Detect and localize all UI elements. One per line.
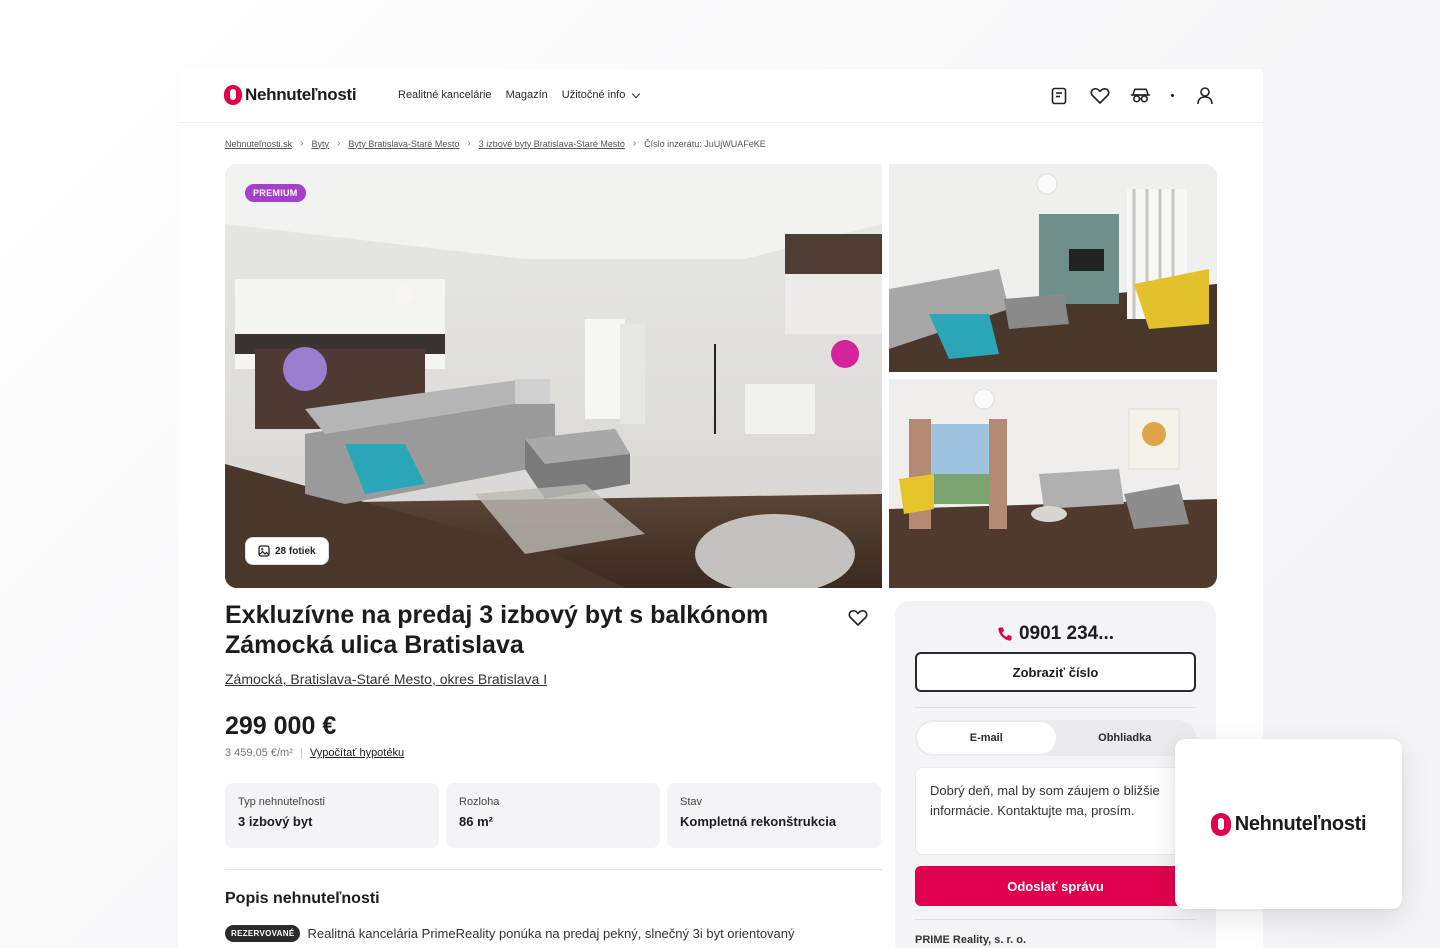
listing-address[interactable]: Zámocká, Bratislava-Staré Mesto, okres B… [225, 671, 547, 687]
favorite-heart-icon[interactable] [848, 609, 868, 629]
param-value: Kompletná rekonštrukcia [680, 814, 837, 829]
reserved-badge: REZERVOVANÉ [225, 925, 301, 942]
breadcrumb: Nehnuteľnosti.sk › Byty › Byty Bratislav… [225, 138, 766, 149]
divider [300, 747, 302, 759]
photo-gallery: PREMIUM 28 fotiek [225, 164, 1217, 588]
chevron-right-icon: › [300, 138, 304, 149]
mortgage-calculator-link[interactable]: Vypočítať hypotéku [310, 747, 404, 759]
nav-item-realitne-kancelarie[interactable]: Realitné kancelárie [398, 89, 492, 101]
breadcrumb-link[interactable]: Byty [312, 139, 330, 149]
premium-badge: PREMIUM [245, 184, 306, 202]
tab-email[interactable]: E-mail [917, 722, 1056, 754]
agency-name[interactable]: PRIME Reality, s. r. o. [915, 934, 1026, 946]
param-label: Rozloha [459, 796, 500, 808]
message-textarea[interactable]: Dobrý deň, mal by som záujem o bližšie i… [915, 767, 1196, 855]
main-nav: Realitné kancelárie Magazín Užitočné inf… [398, 89, 641, 101]
image-icon [258, 545, 270, 557]
description-text: Realitná kancelária PrimeReality ponúka … [307, 926, 795, 941]
chevron-right-icon: › [337, 138, 341, 149]
listing-page: Nehnuteľnosti Realitné kancelárie Magazí… [178, 69, 1263, 948]
logo-mark-icon [1210, 812, 1231, 836]
nav-item-uzitocne-info[interactable]: Užitočné info [561, 89, 641, 101]
param-card-condition: Stav Kompletná rekonštrukcia [667, 783, 881, 848]
phone-number: 0901 234... [895, 623, 1216, 645]
floating-logo-card: Nehnuteľnosti [1175, 739, 1402, 909]
divider [225, 869, 882, 870]
param-value: 3 izbový byt [238, 814, 313, 829]
description-title: Popis nehnuteľnosti [225, 890, 380, 907]
chevron-down-icon [632, 89, 641, 98]
site-logo[interactable]: Nehnuteľnosti [224, 85, 357, 105]
header-actions [1048, 85, 1215, 106]
contact-tabs: E-mail Obhliadka [915, 720, 1196, 756]
description-text-line: REZERVOVANÉ Realitná kancelária PrimeRea… [225, 925, 795, 942]
all-photos-label: 28 fotiek [275, 545, 316, 557]
listing-title: Exkluzívne na predaj 3 izbový byt s balk… [225, 601, 769, 659]
param-label: Typ nehnuteľnosti [238, 796, 325, 808]
chevron-right-icon: › [632, 138, 637, 149]
param-card-type: Typ nehnuteľnosti 3 izbový byt [225, 783, 439, 848]
nav-item-label: Užitočné info [561, 89, 626, 101]
main-photo[interactable]: PREMIUM 28 fotiek [225, 164, 882, 588]
param-value: 86 m² [459, 814, 493, 829]
phone-icon [998, 627, 1012, 641]
incognito-icon[interactable] [1130, 85, 1151, 106]
breadcrumb-link[interactable]: Nehnuteľnosti.sk [225, 139, 292, 149]
all-photos-button[interactable]: 28 fotiek [245, 537, 329, 565]
listing-price: 299 000 € [225, 712, 337, 740]
param-label: Stav [680, 796, 703, 808]
price-per-m2: 3 459,05 €/m² [225, 747, 293, 759]
gallery-photo[interactable] [889, 164, 1217, 372]
nav-item-magazin[interactable]: Magazín [506, 89, 548, 101]
site-header: Nehnuteľnosti Realitné kancelárie Magazí… [178, 69, 1263, 123]
divider [915, 707, 1196, 708]
param-cards: Typ nehnuteľnosti 3 izbový byt Rozloha 8… [225, 783, 881, 848]
user-icon[interactable] [1194, 85, 1215, 106]
logo-text: Nehnuteľnosti [245, 85, 357, 104]
separator-dot [1171, 94, 1174, 97]
send-message-button[interactable]: Odoslať správu [915, 866, 1196, 906]
divider [915, 919, 1196, 920]
brand-logo: Nehnuteľnosti [1210, 812, 1367, 836]
param-card-area: Rozloha 86 m² [446, 783, 660, 848]
gallery-photo[interactable] [889, 379, 1217, 588]
breadcrumb-link[interactable]: Byty Bratislava-Staré Mesto [348, 139, 459, 149]
logo-text: Nehnuteľnosti [1234, 812, 1367, 835]
logo-mark-icon [224, 85, 242, 105]
chevron-right-icon: › [467, 138, 471, 149]
breadcrumb-link[interactable]: 3 izbové byty Bratislava-Staré Mesto [479, 139, 625, 149]
breadcrumb-current: Číslo inzerátu: JuUjWUAFeKE [644, 138, 766, 149]
contact-panel: 0901 234... Zobraziť číslo E-mail Obhlia… [895, 601, 1216, 948]
show-number-button[interactable]: Zobraziť číslo [915, 652, 1196, 692]
tab-viewing[interactable]: Obhliadka [1056, 722, 1195, 754]
price-details: 3 459,05 €/m² Vypočítať hypotéku [225, 747, 404, 759]
notepad-icon[interactable] [1048, 85, 1069, 106]
heart-icon[interactable] [1089, 85, 1110, 106]
phone-text: 0901 234... [1018, 623, 1115, 644]
